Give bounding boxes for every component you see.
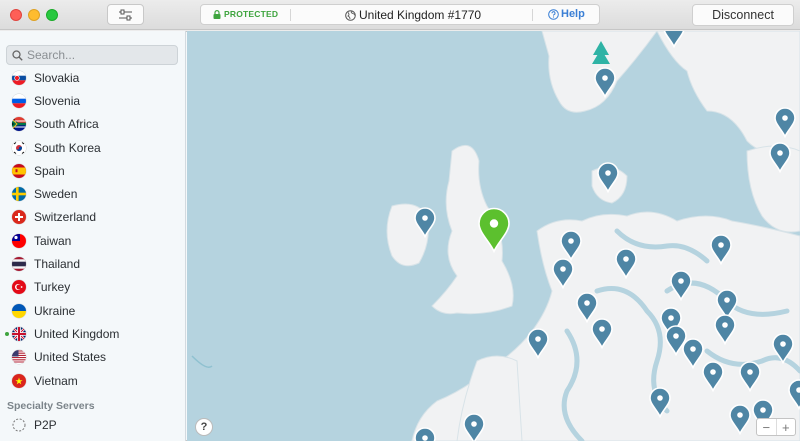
close-window-button[interactable] bbox=[10, 9, 22, 21]
country-label: South Africa bbox=[34, 117, 99, 132]
country-label: Spain bbox=[34, 163, 65, 178]
map-canvas bbox=[191, 31, 800, 441]
country-label: Taiwan bbox=[34, 233, 72, 248]
zoom-in-button[interactable]: + bbox=[777, 419, 796, 435]
country-label: Thailand bbox=[34, 257, 81, 272]
country-label: Slovakia bbox=[34, 70, 80, 85]
country-item[interactable]: Slovakia bbox=[0, 66, 185, 89]
country-item[interactable]: Spain bbox=[0, 159, 185, 182]
spain-flag-icon bbox=[12, 163, 26, 178]
land-sweden-finland bbox=[656, 31, 800, 155]
server-name: United Kingdom #1770 bbox=[359, 8, 482, 22]
lock-icon bbox=[213, 9, 221, 19]
country-label: South Korea bbox=[34, 140, 101, 155]
zoom-window-button[interactable] bbox=[46, 9, 58, 21]
united-kingdom-flag-icon bbox=[12, 326, 26, 341]
country-item[interactable]: Thailand bbox=[0, 252, 185, 275]
settings-button[interactable] bbox=[107, 4, 144, 25]
sliders-icon bbox=[119, 9, 132, 20]
country-item[interactable]: Turkey bbox=[0, 276, 185, 299]
disconnect-button[interactable]: Disconnect bbox=[692, 4, 794, 26]
country-label: Vietnam bbox=[34, 373, 78, 388]
slovakia-flag-icon bbox=[12, 70, 26, 85]
country-label: Ukraine bbox=[34, 303, 76, 318]
map-help-button[interactable]: ? bbox=[195, 418, 213, 436]
country-item[interactable]: South Korea bbox=[0, 136, 185, 159]
united-states-flag-icon bbox=[12, 350, 26, 365]
server-map[interactable]: ? − + bbox=[187, 31, 800, 441]
country-item[interactable]: Taiwan bbox=[0, 229, 185, 252]
help-circle-icon bbox=[548, 8, 559, 20]
specialty-item-p2p[interactable]: P2P bbox=[12, 418, 57, 432]
country-item[interactable]: United States bbox=[0, 346, 185, 369]
country-item[interactable]: Vietnam bbox=[0, 369, 185, 392]
country-item[interactable]: South Africa bbox=[0, 113, 185, 136]
search-input[interactable] bbox=[27, 48, 167, 62]
server-location-pin[interactable] bbox=[414, 427, 436, 441]
country-label: United States bbox=[34, 350, 107, 365]
specialty-label: P2P bbox=[34, 418, 57, 432]
zoom-controls: − + bbox=[756, 418, 796, 436]
current-server[interactable]: United Kingdom #1770 bbox=[345, 8, 481, 22]
switzerland-flag-icon bbox=[12, 210, 26, 225]
thailand-flag-icon bbox=[12, 257, 26, 272]
south-korea-flag-icon bbox=[12, 140, 26, 155]
country-label: Switzerland bbox=[34, 210, 97, 225]
protected-label: PROTECTED bbox=[224, 9, 279, 19]
ukraine-flag-icon bbox=[12, 303, 26, 318]
globe-icon bbox=[345, 9, 356, 21]
minimize-window-button[interactable] bbox=[28, 9, 40, 21]
turkey-flag-icon bbox=[12, 280, 26, 295]
taiwan-flag-icon bbox=[12, 233, 26, 248]
country-label: Turkey bbox=[34, 280, 71, 295]
south-africa-flag-icon bbox=[12, 117, 26, 132]
specialty-servers-heading: Specialty Servers bbox=[7, 400, 95, 412]
help-label: Help bbox=[561, 8, 585, 20]
slovenia-flag-icon bbox=[12, 93, 26, 108]
search-box[interactable] bbox=[6, 45, 178, 65]
title-bar: PROTECTED United Kingdom #1770 Help Disc… bbox=[0, 0, 800, 441]
protected-status: PROTECTED bbox=[213, 9, 278, 19]
vietnam-flag-icon bbox=[12, 373, 26, 388]
connection-status-bar: PROTECTED United Kingdom #1770 Help bbox=[200, 4, 600, 25]
country-item[interactable]: United Kingdom bbox=[0, 322, 185, 345]
zoom-out-button[interactable]: − bbox=[757, 419, 777, 435]
country-item[interactable]: Sweden bbox=[0, 182, 185, 205]
sidebar: Slovakia Slovenia South Africa South Korea S… bbox=[0, 31, 186, 441]
country-label: United Kingdom bbox=[34, 326, 120, 341]
country-label: Sweden bbox=[34, 187, 78, 202]
help-link[interactable]: Help bbox=[548, 8, 585, 20]
country-label: Slovenia bbox=[34, 93, 81, 108]
search-icon bbox=[12, 49, 23, 61]
divider bbox=[290, 9, 291, 21]
country-item[interactable]: Slovenia bbox=[0, 89, 185, 112]
p2p-icon bbox=[12, 418, 26, 432]
country-item[interactable]: Switzerland bbox=[0, 206, 185, 229]
sweden-flag-icon bbox=[12, 187, 26, 202]
connected-indicator bbox=[5, 332, 9, 337]
country-list: Slovakia Slovenia South Africa South Korea S… bbox=[0, 66, 185, 392]
country-item[interactable]: Ukraine bbox=[0, 299, 185, 322]
divider bbox=[532, 9, 533, 21]
